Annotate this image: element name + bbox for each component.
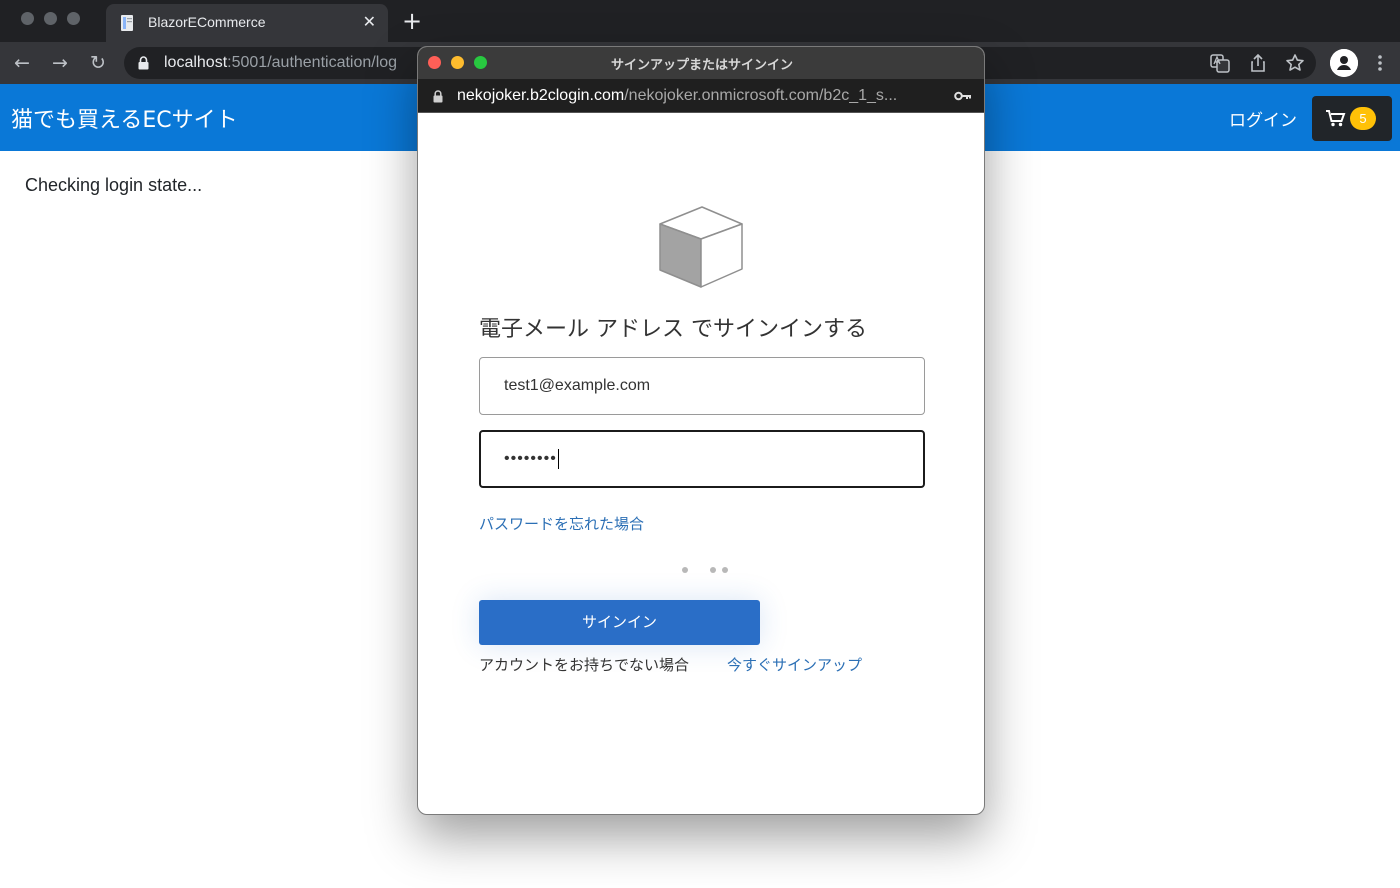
signin-heading: 電子メール アドレス でサインインする xyxy=(479,317,867,342)
loading-indicator-dot xyxy=(722,567,728,573)
loading-indicator-dot xyxy=(710,567,716,573)
signup-link[interactable]: 今すぐサインアップ xyxy=(727,654,862,675)
signin-button[interactable]: サインイン xyxy=(479,600,760,645)
password-field[interactable]: •••••••• xyxy=(479,430,925,488)
text-caret xyxy=(557,449,559,469)
lock-icon xyxy=(433,90,443,103)
window-close-button[interactable] xyxy=(21,12,34,25)
email-value: test1@example.com xyxy=(504,377,651,394)
cart-icon xyxy=(1326,110,1346,127)
password-value: •••••••• xyxy=(504,449,559,469)
browser-tab-strip: BlazorECommerce ✕ + xyxy=(0,0,1400,42)
cart-count-badge: 5 xyxy=(1350,107,1376,130)
cube-logo-icon xyxy=(659,206,743,288)
new-tab-button[interactable]: + xyxy=(402,8,422,34)
share-icon[interactable] xyxy=(1248,53,1268,73)
page-icon xyxy=(121,15,133,31)
profile-avatar[interactable] xyxy=(1330,49,1358,77)
browser-tab[interactable]: BlazorECommerce ✕ xyxy=(106,4,388,42)
translate-icon[interactable] xyxy=(1210,53,1230,73)
loading-indicator-dot xyxy=(682,567,688,573)
cart-button[interactable]: 5 xyxy=(1312,96,1392,141)
forgot-password-link[interactable]: パスワードを忘れた場合 xyxy=(479,513,644,534)
tab-close-icon[interactable]: ✕ xyxy=(363,12,376,31)
popup-title: サインアップまたはサインイン xyxy=(610,58,793,73)
site-brand[interactable]: 猫でも買えるECサイト xyxy=(11,102,238,134)
profile-icon xyxy=(1330,49,1358,77)
address-url: localhost:5001/authentication/log xyxy=(164,54,398,71)
window-zoom-button[interactable] xyxy=(67,12,80,25)
email-field[interactable]: test1@example.com xyxy=(479,357,925,415)
lock-icon xyxy=(138,56,149,70)
login-link[interactable]: ログイン xyxy=(1229,106,1297,131)
popup-address-bar: nekojoker.b2clogin.com/nekojoker.onmicro… xyxy=(418,79,984,113)
no-account-text: アカウントをお持ちでない場合 xyxy=(479,656,690,674)
popup-url: nekojoker.b2clogin.com/nekojoker.onmicro… xyxy=(457,87,898,104)
login-status-text: Checking login state... xyxy=(25,175,203,195)
window-minimize-button[interactable] xyxy=(44,12,57,25)
key-icon[interactable] xyxy=(954,90,972,102)
reload-button[interactable]: ↻ xyxy=(85,50,111,76)
back-button[interactable]: ← xyxy=(9,50,35,76)
popup-titlebar: サインアップまたはサインイン xyxy=(418,47,984,79)
star-icon[interactable] xyxy=(1285,53,1305,73)
more-menu-icon[interactable] xyxy=(1370,53,1390,73)
signin-popup-window: サインアップまたはサインイン nekojoker.b2clogin.com/ne… xyxy=(417,46,985,815)
forward-button[interactable]: → xyxy=(47,50,73,76)
tab-title: BlazorECommerce xyxy=(148,14,266,30)
